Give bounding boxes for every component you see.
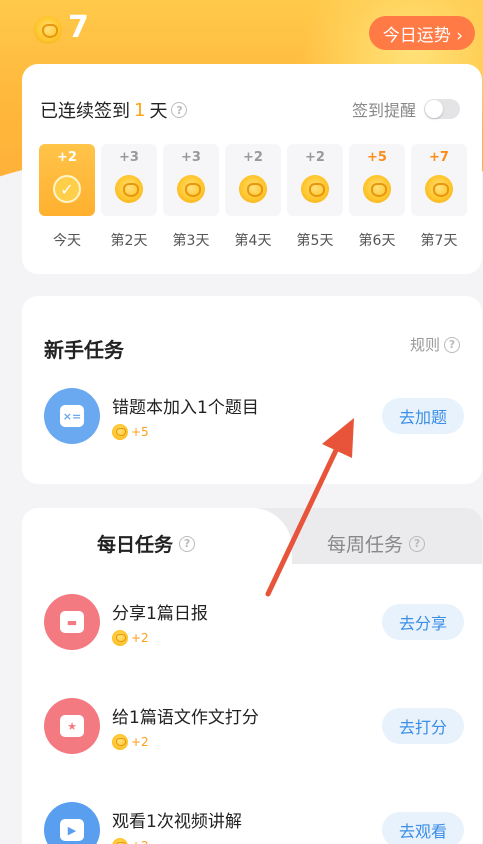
- task-row: ×= 错题本加入1个题目 +5 去加题: [44, 388, 464, 444]
- day-bonus: +2: [243, 150, 263, 165]
- coin-icon: [363, 175, 391, 203]
- day-label: 第2天: [110, 233, 148, 249]
- task-name: 观看1次视频讲解: [112, 811, 242, 832]
- day-label: 第3天: [172, 233, 210, 249]
- day-label: 第6天: [358, 233, 396, 249]
- newbie-task-card: 新手任务 规则 ? ×= 错题本加入1个题目 +5 去加题: [22, 296, 482, 484]
- task-text: 观看1次视频讲解 +2: [112, 807, 382, 844]
- task-reward: +2: [112, 733, 382, 750]
- star-icon: ★: [60, 715, 84, 737]
- day-label: 第4天: [234, 233, 272, 249]
- day-7[interactable]: +7 第7天: [411, 144, 467, 250]
- tab-weekly-label: 每周任务: [327, 534, 404, 556]
- task-name: 给1篇语文作文打分: [112, 707, 259, 728]
- task-reward: +2: [112, 837, 382, 844]
- day-box: +5: [349, 144, 405, 216]
- day-4[interactable]: +2 第4天: [225, 144, 281, 250]
- day-box: +7: [411, 144, 467, 216]
- day-2[interactable]: +3 第2天: [101, 144, 157, 250]
- task-name: 错题本加入1个题目: [112, 397, 259, 418]
- rate-button[interactable]: 去打分: [381, 708, 464, 744]
- coin-icon: [425, 175, 453, 203]
- rules-link[interactable]: 规则 ?: [410, 334, 460, 355]
- reward-value: +5: [131, 424, 149, 439]
- daily-task-card: 每日任务 ? 每周任务 ? ▬ 分享1篇日报 +2 去分享 ★ 给1篇语文作文打…: [22, 508, 482, 844]
- reminder-toggle[interactable]: [424, 99, 460, 119]
- streak-suffix: 天: [149, 101, 168, 122]
- help-icon: ?: [444, 336, 460, 353]
- task-icon: ★: [44, 698, 100, 754]
- day-box: +2 ✓: [39, 144, 95, 216]
- task-reward: +2: [112, 629, 382, 646]
- checkin-card: 已连续签到 1 天 ? 签到提醒 +2 ✓ 今天 +3 第2天 +3 第3天 +…: [22, 64, 482, 274]
- reward-value: +2: [131, 839, 149, 844]
- checkmark-icon: ✓: [53, 175, 81, 203]
- task-row: ★ 给1篇语文作文打分 +2 去打分: [44, 698, 464, 754]
- coin-icon: [115, 175, 143, 203]
- day-bonus: +3: [119, 150, 139, 165]
- task-text: 给1篇语文作文打分 +2: [112, 703, 382, 750]
- streak-prefix: 已连续签到: [40, 101, 130, 122]
- task-name: 分享1篇日报: [112, 603, 208, 624]
- streak-days: 1: [134, 99, 146, 121]
- day-box: +2: [225, 144, 281, 216]
- day-bonus: +2: [305, 150, 325, 165]
- add-question-button[interactable]: 去加题: [381, 398, 464, 434]
- help-icon[interactable]: ?: [171, 102, 188, 118]
- coin-icon: [239, 175, 267, 203]
- reward-value: +2: [131, 734, 149, 749]
- checkin-reminder: 签到提醒: [352, 97, 460, 121]
- document-icon: ▬: [60, 611, 84, 633]
- tab-weekly[interactable]: 每周任务 ?: [327, 530, 426, 557]
- tab-daily-label: 每日任务: [97, 534, 174, 556]
- day-box: +3: [163, 144, 219, 216]
- calculator-icon: ×=: [60, 405, 84, 427]
- video-icon: ▶: [60, 819, 84, 841]
- day-1[interactable]: +2 ✓ 今天: [39, 144, 95, 250]
- day-label: 第7天: [420, 233, 458, 249]
- task-text: 错题本加入1个题目 +5: [112, 393, 382, 440]
- day-box: +3: [101, 144, 157, 216]
- reminder-label: 签到提醒: [351, 101, 416, 120]
- task-icon: ▬: [44, 594, 100, 650]
- day-bonus: +7: [429, 150, 449, 165]
- day-3[interactable]: +3 第3天: [163, 144, 219, 250]
- checkin-days: +2 ✓ 今天 +3 第2天 +3 第3天 +2 第4天 +2 第5天 +5 第…: [39, 144, 467, 250]
- fortune-button[interactable]: 今日运势 ›: [368, 16, 475, 50]
- coin-icon: [177, 175, 205, 203]
- coin-icon: [112, 733, 128, 750]
- watch-button[interactable]: 去观看: [381, 812, 464, 844]
- day-label: 今天: [53, 233, 81, 249]
- day-bonus: +3: [181, 150, 201, 165]
- coin-icon: [34, 16, 62, 44]
- share-button[interactable]: 去分享: [381, 604, 464, 640]
- day-bonus: +5: [367, 150, 387, 165]
- task-icon: ×=: [44, 388, 100, 444]
- reward-value: +2: [131, 630, 149, 645]
- coin-icon: [112, 423, 128, 440]
- tab-daily[interactable]: 每日任务 ?: [97, 530, 196, 557]
- help-icon: ?: [179, 535, 196, 552]
- coin-icon: [301, 175, 329, 203]
- task-row: ▶ 观看1次视频讲解 +2 去观看: [44, 802, 464, 844]
- task-reward: +5: [112, 423, 382, 440]
- day-6[interactable]: +5 第6天: [349, 144, 405, 250]
- task-text: 分享1篇日报 +2: [112, 599, 382, 646]
- day-bonus: +2: [57, 150, 77, 165]
- task-icon: ▶: [44, 802, 100, 844]
- help-icon: ?: [409, 535, 426, 552]
- rules-label: 规则: [409, 336, 440, 354]
- section-title: 新手任务: [44, 338, 124, 362]
- day-5[interactable]: +2 第5天: [287, 144, 343, 250]
- streak-title: 已连续签到 1 天 ?: [40, 97, 188, 123]
- coin-balance: 7: [68, 10, 89, 45]
- day-box: +2: [287, 144, 343, 216]
- coin-icon: [112, 629, 128, 646]
- coin-icon: [112, 837, 128, 844]
- task-row: ▬ 分享1篇日报 +2 去分享: [44, 594, 464, 650]
- day-label: 第5天: [296, 233, 334, 249]
